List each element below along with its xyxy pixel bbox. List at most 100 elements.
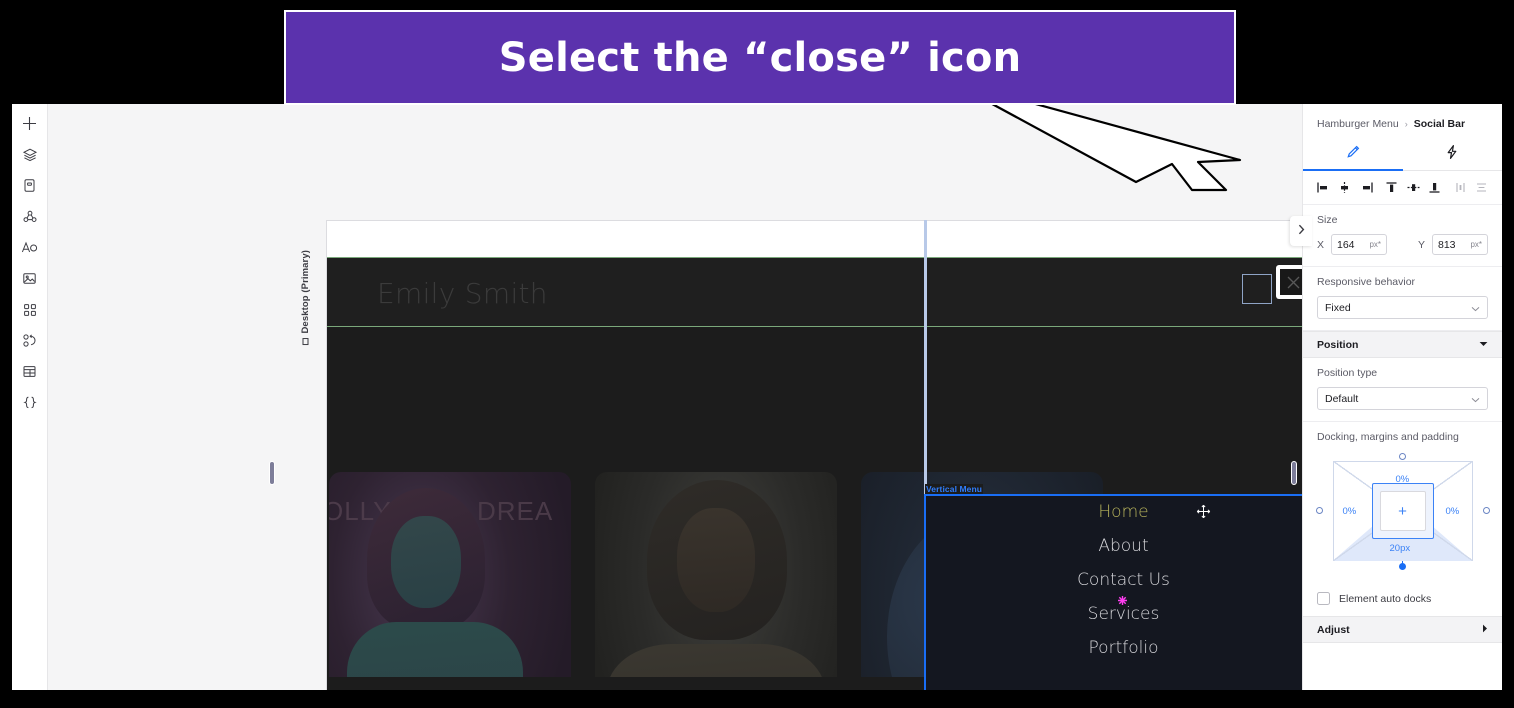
apps-icon[interactable] (14, 294, 46, 325)
add-icon[interactable] (14, 108, 46, 139)
chevron-right-icon (1298, 222, 1305, 240)
responsive-behavior-section: Responsive behavior Fixed (1303, 267, 1502, 331)
menu-item-home[interactable]: Home (1098, 502, 1148, 522)
chevron-down-icon (1471, 390, 1480, 408)
cursor-indicator (1118, 592, 1127, 605)
adjust-section-title: Adjust (1317, 623, 1350, 636)
portrait-image-1: OLLY' DREA CAIN (329, 472, 571, 690)
align-right-icon[interactable] (1356, 177, 1377, 199)
close-icon[interactable] (1280, 269, 1302, 295)
x-unit: px* (1369, 240, 1381, 249)
y-unit: px* (1470, 240, 1482, 249)
text-styles-icon[interactable] (14, 232, 46, 263)
y-value: 813 (1438, 238, 1456, 251)
dock-pin-right[interactable] (1482, 507, 1490, 514)
docking-left-value[interactable]: 0% (1343, 506, 1357, 517)
position-type-select[interactable]: Default (1317, 387, 1488, 410)
position-type-value: Default (1325, 392, 1359, 405)
previous-selection-outline (1242, 274, 1272, 304)
menu-item-about[interactable]: About (1098, 536, 1148, 556)
docking-top-value[interactable]: 0% (1396, 474, 1410, 485)
position-type-section: Position type Default (1303, 358, 1502, 422)
artwork-text-right: DREA (477, 496, 554, 526)
position-section-header[interactable]: Position (1303, 331, 1502, 358)
responsive-behavior-select[interactable]: Fixed (1317, 296, 1488, 319)
site-header[interactable]: Emily Smith (327, 257, 1302, 327)
breadcrumb: Hamburger Menu › Social Bar (1303, 110, 1502, 138)
card-image-2[interactable] (595, 472, 837, 690)
interactions-icon[interactable] (14, 325, 46, 356)
x-axis-label: X (1317, 238, 1325, 251)
distribute-horizontal-icon[interactable] (1450, 177, 1471, 199)
close-icon-highlight[interactable] (1276, 265, 1302, 299)
size-label: Size (1317, 214, 1338, 226)
distribute-vertical-icon[interactable] (1471, 177, 1492, 199)
dock-pin-bottom[interactable] (1398, 563, 1406, 570)
element-auto-docks-row[interactable]: Element auto docks (1303, 580, 1502, 616)
chevron-down-icon (1471, 299, 1480, 317)
size-section: Size X 164 px* Y 813 px* (1303, 205, 1502, 267)
dock-pin-top[interactable] (1398, 453, 1406, 460)
docking-label: Docking, margins and padding (1317, 431, 1459, 443)
x-value: 164 (1337, 238, 1355, 251)
components-icon[interactable] (14, 201, 46, 232)
brush-icon (1345, 144, 1361, 165)
docking-widget[interactable]: + 0% 0% 0% 20px (1315, 453, 1490, 570)
instruction-text: Select the “close” icon (498, 34, 1022, 81)
y-axis-label: Y (1418, 238, 1426, 251)
align-top-icon[interactable] (1381, 177, 1402, 199)
selection-label: Vertical Menu (925, 484, 984, 494)
tab-interactions[interactable] (1403, 138, 1503, 170)
pages-icon[interactable] (14, 170, 46, 201)
breakpoint-label: Desktop (Primary) (300, 250, 311, 346)
selected-element-vertical-menu[interactable]: Vertical Menu Home About Contact Us Serv… (924, 484, 1302, 690)
brand-name: Emily Smith (377, 277, 548, 310)
code-icon[interactable] (14, 387, 46, 418)
position-section-title: Position (1317, 338, 1359, 351)
responsive-behavior-value: Fixed (1325, 301, 1351, 314)
canvas-resize-handle-left[interactable] (269, 461, 275, 485)
collapse-panel-button[interactable] (1290, 216, 1312, 246)
chevron-down-icon[interactable] (1479, 340, 1488, 349)
app-window: Desktop (Primary) Emily Smith OLLY' DREA (12, 104, 1502, 690)
monitor-icon (302, 338, 309, 346)
menu-item-contact-us[interactable]: Contact Us (1077, 570, 1170, 590)
align-middle-vertical-icon[interactable] (1403, 177, 1424, 199)
align-left-icon[interactable] (1313, 177, 1334, 199)
portrait-image-2 (595, 472, 837, 690)
card-image-1[interactable]: OLLY' DREA CAIN (329, 472, 571, 690)
breadcrumb-parent[interactable]: Hamburger Menu (1317, 118, 1399, 130)
docking-section: Docking, margins and padding + 0% 0% 0% … (1303, 422, 1502, 580)
menu-item-services[interactable]: Services (1088, 604, 1160, 624)
alignment-toolbar (1303, 171, 1502, 205)
tab-design[interactable] (1303, 138, 1403, 171)
docking-bottom-value[interactable]: 20px (1390, 543, 1411, 554)
layers-icon[interactable] (14, 139, 46, 170)
data-grid-icon[interactable] (14, 356, 46, 387)
dock-pin-left[interactable] (1315, 507, 1323, 514)
element-auto-docks-checkbox[interactable] (1317, 592, 1330, 605)
vertical-menu-items: Home About Contact Us Services Portfolio (926, 496, 1302, 690)
panel-tabs (1303, 138, 1502, 171)
breadcrumb-separator-icon: › (1404, 119, 1408, 129)
canvas-resize-handle-right[interactable] (1291, 461, 1297, 485)
plus-icon[interactable]: + (1379, 491, 1426, 531)
element-auto-docks-label: Element auto docks (1339, 592, 1432, 605)
chevron-right-icon[interactable] (1482, 624, 1488, 635)
screenshot-root: Desktop (Primary) Emily Smith OLLY' DREA (0, 0, 1514, 708)
x-input[interactable]: 164 px* (1331, 234, 1387, 255)
move-icon[interactable] (1196, 504, 1211, 522)
media-icon[interactable] (14, 263, 46, 294)
menu-item-portfolio[interactable]: Portfolio (1089, 638, 1159, 658)
instruction-banner: Select the “close” icon (284, 10, 1236, 105)
left-toolbar (12, 104, 48, 690)
y-input[interactable]: 813 px* (1432, 234, 1488, 255)
lightning-icon (1444, 144, 1460, 165)
responsive-behavior-label: Responsive behavior (1317, 276, 1416, 288)
align-center-horizontal-icon[interactable] (1335, 177, 1356, 199)
adjust-section-header[interactable]: Adjust (1303, 616, 1502, 643)
breadcrumb-current: Social Bar (1413, 118, 1466, 130)
position-type-label: Position type (1317, 367, 1378, 379)
docking-right-value[interactable]: 0% (1446, 506, 1460, 517)
align-bottom-icon[interactable] (1425, 177, 1446, 199)
